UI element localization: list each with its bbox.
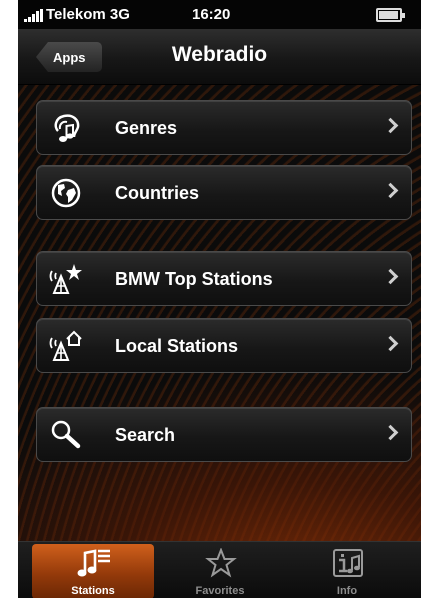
menu-item-countries[interactable]: Countries xyxy=(36,165,412,220)
menu-item-local-stations[interactable]: Local Stations xyxy=(36,318,412,373)
app-screen: Telekom 3G 16:20 Apps Webradio Genres Co… xyxy=(18,0,421,598)
tab-bar: Stations Favorites Info xyxy=(18,541,421,598)
tab-label: Stations xyxy=(71,585,115,597)
magnifier-icon xyxy=(51,420,81,449)
menu-item-label: Local Stations xyxy=(115,336,239,356)
chevron-right-icon xyxy=(382,335,399,352)
tab-label: Info xyxy=(336,585,358,597)
tab-label: Favorites xyxy=(195,585,245,597)
signal-strength-icon xyxy=(24,9,46,22)
carrier-name: Telekom 3G xyxy=(46,6,130,23)
battery-icon xyxy=(376,8,405,22)
status-time: 16:20 xyxy=(192,6,231,23)
navigation-bar: Apps Webradio xyxy=(18,29,421,85)
globe-icon xyxy=(51,178,81,208)
antenna-star-icon xyxy=(49,264,82,294)
menu-item-genres[interactable]: Genres xyxy=(36,100,412,155)
menu-item-bmw-top-stations[interactable]: BMW Top Stations xyxy=(36,251,412,306)
menu-item-label: BMW Top Stations xyxy=(115,269,273,289)
status-bar: Telekom 3G 16:20 xyxy=(18,0,421,29)
star-icon xyxy=(205,548,237,578)
tab-stations[interactable]: Stations xyxy=(32,544,154,598)
chevron-right-icon xyxy=(382,182,399,199)
tab-favorites[interactable]: Favorites xyxy=(159,544,281,598)
music-note-head-icon xyxy=(54,114,80,142)
stations-icon xyxy=(77,549,110,577)
tab-info[interactable]: Info xyxy=(286,544,408,598)
chevron-right-icon xyxy=(382,268,399,285)
info-music-icon xyxy=(333,549,363,577)
antenna-home-icon xyxy=(49,330,82,361)
page-title: Webradio xyxy=(171,43,268,66)
menu-item-label: Search xyxy=(115,425,176,445)
menu-item-label: Countries xyxy=(115,183,200,203)
menu-item-search[interactable]: Search xyxy=(36,407,412,462)
chevron-right-icon xyxy=(382,424,399,441)
chevron-right-icon xyxy=(382,117,399,134)
menu-item-label: Genres xyxy=(115,118,178,138)
network-type: 3G xyxy=(109,6,130,23)
